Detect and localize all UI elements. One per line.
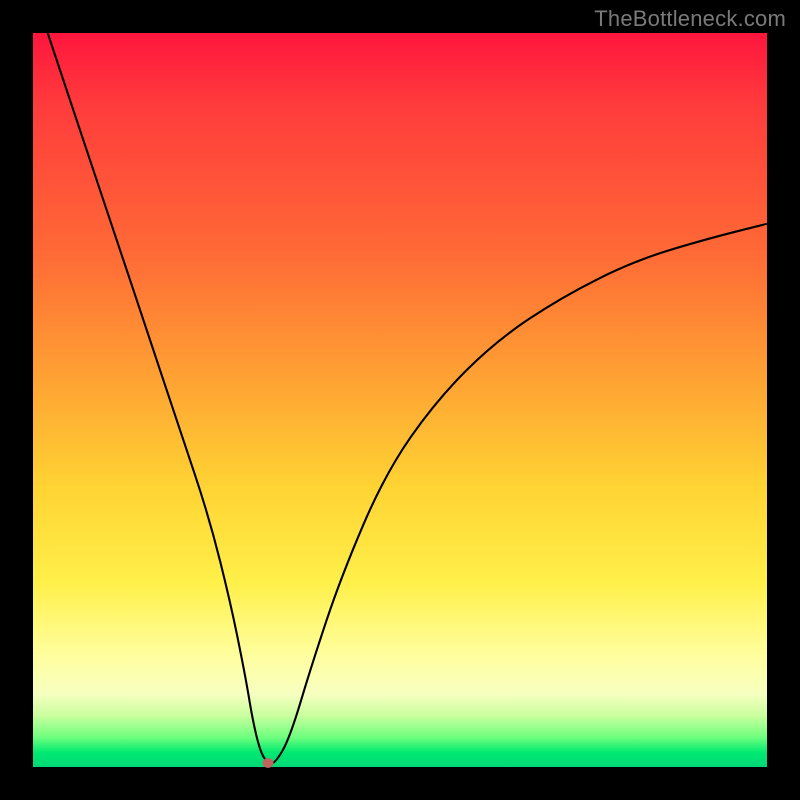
watermark-text: TheBottleneck.com (594, 6, 786, 32)
chart-frame: TheBottleneck.com (0, 0, 800, 800)
bottleneck-curve (33, 33, 767, 767)
optimal-point-marker (262, 758, 273, 768)
curve-path (48, 33, 767, 763)
plot-area (33, 33, 767, 767)
